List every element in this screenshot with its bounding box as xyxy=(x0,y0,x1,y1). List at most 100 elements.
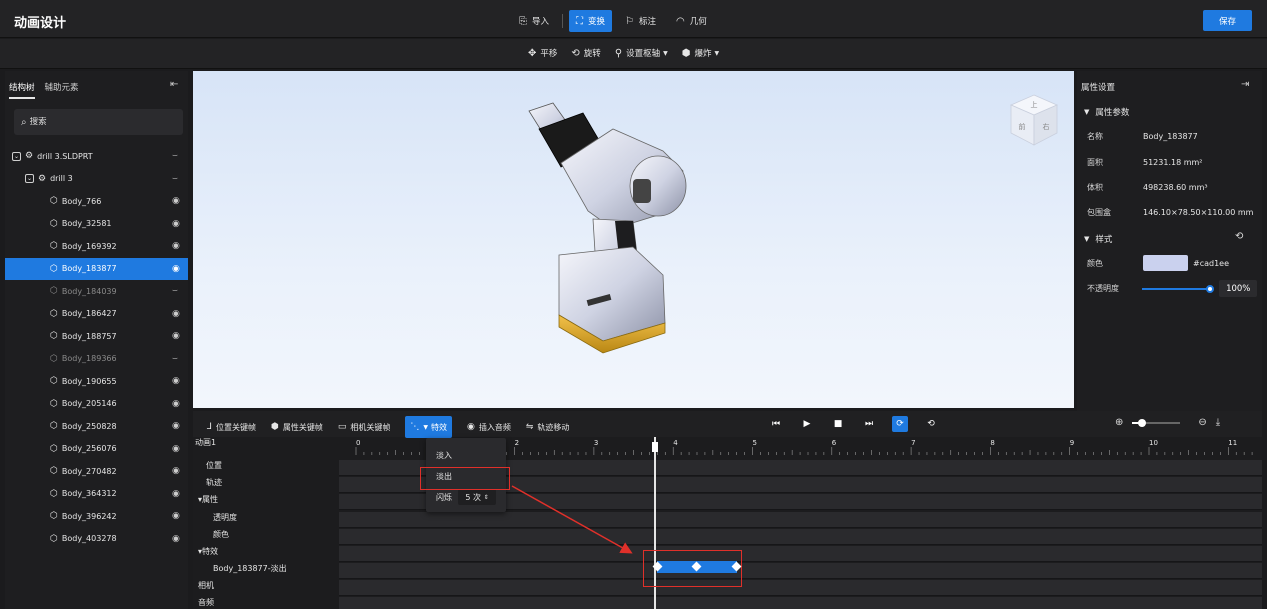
eye-closed-icon[interactable]: ⌣ xyxy=(172,286,178,296)
track-row[interactable] xyxy=(339,529,1262,545)
track-row[interactable] xyxy=(339,563,1262,579)
eye-icon[interactable]: ◉ xyxy=(172,489,180,499)
tree-item[interactable]: ⬡ Body_184039 ⌣ xyxy=(5,280,188,303)
eye-icon[interactable]: ◉ xyxy=(172,241,180,251)
tree-item[interactable]: ⬡ Body_364312 ◉ xyxy=(5,483,188,506)
eye-icon[interactable]: ◉ xyxy=(172,534,180,544)
save-button[interactable]: 保存 xyxy=(1203,10,1252,31)
stop-icon[interactable]: ■ xyxy=(830,416,846,432)
effects-dropdown[interactable]: ⋱ ▼ 特效 xyxy=(405,416,453,438)
opacity-slider-thumb[interactable] xyxy=(1206,284,1215,293)
tree-item[interactable]: ⬡ Body_186427 ◉ xyxy=(5,303,188,326)
eye-closed-icon[interactable]: ⌣ xyxy=(172,174,178,184)
zoom-in-icon[interactable]: ⊕ xyxy=(1115,417,1123,428)
expand-toggle-icon[interactable]: ⌄ xyxy=(25,174,34,184)
color-value[interactable]: #cad1ee xyxy=(1193,259,1229,268)
track-move-button[interactable]: ⇋ 轨迹移动 xyxy=(526,419,570,435)
track-label[interactable]: ▾属性 xyxy=(198,494,218,505)
zoom-slider[interactable] xyxy=(1132,418,1181,427)
track-row[interactable] xyxy=(339,546,1262,562)
tab-geometry[interactable]: ◠ 几何 xyxy=(669,10,714,32)
color-swatch[interactable] xyxy=(1143,255,1188,271)
tree-item[interactable]: ⬡ Body_190655 ◉ xyxy=(5,370,188,393)
tree-item[interactable]: ⬡ Body_250828 ◉ xyxy=(5,415,188,438)
eye-icon[interactable]: ◉ xyxy=(172,376,180,386)
rotate-tool[interactable]: ⟲ 旋转 xyxy=(571,47,600,60)
step-back-icon[interactable]: ⏮ xyxy=(768,416,784,432)
position-keyframe-button[interactable]: ⅃ 位置关键帧 xyxy=(207,419,256,435)
collapse-panel-icon[interactable]: ⇤ xyxy=(170,79,178,90)
track-row[interactable] xyxy=(339,597,1262,609)
tree-item[interactable]: ⬡ Body_766 ◉ xyxy=(5,190,188,213)
tree-item[interactable]: ⬡ Body_270482 ◉ xyxy=(5,460,188,483)
menu-item-fade-in[interactable]: 淡入 xyxy=(436,450,452,461)
playhead-handle[interactable] xyxy=(652,442,658,452)
reset-icon[interactable]: ⟲ xyxy=(1235,231,1243,242)
zoom-out-icon[interactable]: ⊖ xyxy=(1198,417,1206,428)
download-icon[interactable]: ⤓ xyxy=(1216,417,1220,428)
tree-item[interactable]: ⬡ Body_256076 ◉ xyxy=(5,438,188,461)
eye-icon[interactable]: ◉ xyxy=(172,196,180,206)
insert-audio-button[interactable]: ◉ 插入音频 xyxy=(467,419,511,435)
track-label[interactable]: 相机 xyxy=(198,580,214,591)
tree-item[interactable]: ⬡ Body_169392 ◉ xyxy=(5,235,188,258)
eye-icon[interactable]: ◉ xyxy=(172,219,180,229)
stepper-arrows-icon[interactable]: ⇕ xyxy=(484,494,489,501)
drill-model[interactable] xyxy=(193,71,1074,408)
tree-item[interactable]: ⌄ ⚙ drill 3.SLDPRT ⌣ xyxy=(5,145,188,168)
pivot-dropdown[interactable]: ⚲ 设置枢轴 ▼ xyxy=(615,47,668,60)
eye-icon[interactable]: ◉ xyxy=(172,309,180,319)
zoom-slider-thumb[interactable] xyxy=(1138,418,1147,427)
eye-icon[interactable]: ◉ xyxy=(172,444,180,454)
tree-item[interactable]: ⬡ Body_396242 ◉ xyxy=(5,505,188,528)
search-input[interactable] xyxy=(29,117,170,127)
track-row[interactable] xyxy=(339,512,1262,528)
camera-keyframe-button[interactable]: ▭ 相机关键帧 xyxy=(338,419,391,435)
loop-icon[interactable]: ⟳ xyxy=(892,416,908,432)
tree-item[interactable]: ⬡ Body_183877 ◉ xyxy=(5,257,188,280)
step-forward-icon[interactable]: ⏭ xyxy=(861,416,877,432)
eye-icon[interactable]: ◉ xyxy=(172,331,180,341)
track-row[interactable] xyxy=(339,580,1262,596)
eye-closed-icon[interactable]: ⌣ xyxy=(172,151,178,161)
track-label[interactable]: ▾特效 xyxy=(198,546,218,557)
viewcube-right-label[interactable]: 右 xyxy=(1043,122,1050,131)
tree-item[interactable]: ⬡ Body_189366 ⌣ xyxy=(5,348,188,371)
move-tool[interactable]: ✥ 平移 xyxy=(528,47,557,60)
repeat-once-icon[interactable]: ⟲ xyxy=(923,416,939,432)
tree-item[interactable]: ⌄ ⚙ drill 3 ⌣ xyxy=(5,168,188,191)
track-label[interactable]: 颜色 xyxy=(213,529,229,540)
expand-toggle-icon[interactable]: ⌄ xyxy=(12,151,21,161)
eye-icon[interactable]: ◉ xyxy=(172,421,180,431)
eye-icon[interactable]: ◉ xyxy=(172,399,180,409)
explode-dropdown[interactable]: ⬢ 爆炸 ▼ xyxy=(682,47,719,60)
viewcube-front-label[interactable]: 前 xyxy=(1019,122,1026,131)
view-cube[interactable]: 上 前 右 xyxy=(1009,93,1059,147)
eye-icon[interactable]: ◉ xyxy=(172,466,180,476)
play-icon[interactable]: ▶ xyxy=(799,416,815,432)
eye-closed-icon[interactable]: ⌣ xyxy=(172,354,178,364)
section-style-header[interactable]: ▼ 样式 xyxy=(1084,233,1112,245)
tab-import[interactable]: ⎘ 导入 xyxy=(512,10,556,32)
tab-auxiliary-elements[interactable]: 辅助元素 xyxy=(45,81,79,99)
tree-item[interactable]: ⬡ Body_403278 ◉ xyxy=(5,528,188,551)
property-keyframe-button[interactable]: ⬢ 属性关键帧 xyxy=(271,419,323,435)
viewcube-top-label[interactable]: 上 xyxy=(1031,100,1038,109)
3d-viewport[interactable] xyxy=(193,71,1074,408)
track-label[interactable]: 轨迹 xyxy=(206,477,222,488)
menu-item-blink-label[interactable]: 闪烁 xyxy=(436,492,452,503)
collapse-panel-icon[interactable]: ⇥ xyxy=(1241,79,1249,90)
opacity-slider[interactable] xyxy=(1142,284,1215,293)
eye-icon[interactable]: ◉ xyxy=(172,264,180,274)
track-label[interactable]: 位置 xyxy=(206,460,222,471)
tree-item[interactable]: ⬡ Body_205146 ◉ xyxy=(5,393,188,416)
track-label[interactable]: 透明度 xyxy=(213,512,237,523)
tab-structure-tree[interactable]: 结构树 xyxy=(9,81,35,99)
tree-item[interactable]: ⬡ Body_32581 ◉ xyxy=(5,213,188,236)
section-params-header[interactable]: ▼ 属性参数 xyxy=(1084,106,1129,118)
eye-icon[interactable]: ◉ xyxy=(172,511,180,521)
tab-annotation[interactable]: ⚐ 标注 xyxy=(618,10,663,32)
track-label[interactable]: Body_183877-淡出 xyxy=(213,563,287,574)
tree-item[interactable]: ⬡ Body_188757 ◉ xyxy=(5,325,188,348)
track-label[interactable]: 音频 xyxy=(198,597,214,608)
